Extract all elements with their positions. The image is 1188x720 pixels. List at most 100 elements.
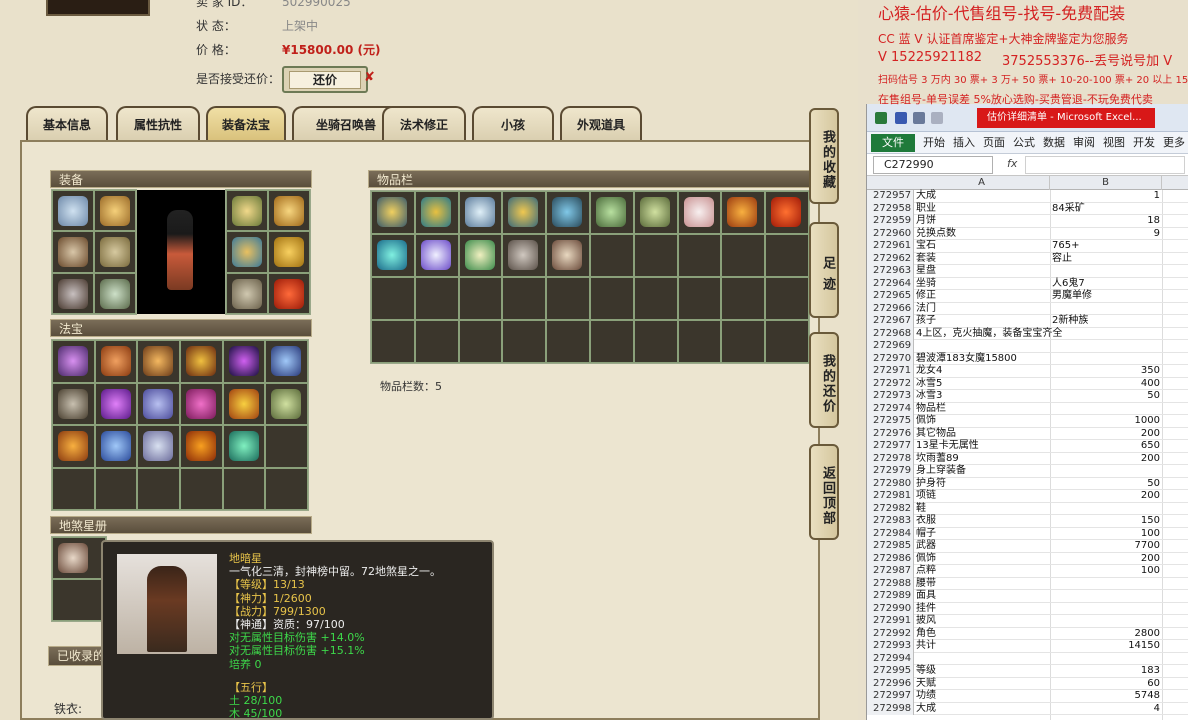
inventory-slot[interactable] [633, 320, 678, 363]
inventory-slot[interactable] [589, 191, 634, 234]
inventory-slot[interactable] [414, 277, 459, 320]
cell-a[interactable]: 挂件 [916, 603, 1050, 616]
inventory-slot[interactable] [721, 234, 766, 277]
equipment-slot[interactable] [226, 190, 268, 232]
row-number[interactable]: 272970 [867, 352, 914, 365]
cell-a[interactable]: 大成 [916, 190, 1050, 203]
equipment-slot[interactable] [268, 231, 310, 273]
treasure-slot[interactable] [180, 425, 223, 468]
inventory-slot[interactable] [633, 277, 678, 320]
treasure-slot[interactable] [222, 382, 266, 425]
row-number[interactable]: 272994 [867, 652, 914, 665]
treasure-slot[interactable] [52, 340, 95, 383]
ribbon-more[interactable]: 更多 [1163, 135, 1185, 151]
cell-b[interactable]: 84采矿 [1050, 203, 1162, 216]
row-number[interactable]: 272997 [867, 690, 914, 703]
treasure-slot[interactable] [180, 467, 223, 510]
row-number[interactable]: 272971 [867, 365, 914, 378]
cell-a[interactable]: 修正 [916, 290, 1050, 303]
redo-icon[interactable] [931, 112, 943, 124]
name-box[interactable]: C272990 [873, 156, 993, 174]
cell-a[interactable]: 13星卡无属性 [916, 440, 1050, 453]
ribbon-page[interactable]: 页面 [983, 135, 1005, 151]
tab-children[interactable]: 小孩 [472, 106, 554, 142]
row-number[interactable]: 272960 [867, 227, 914, 240]
inventory-slot[interactable] [721, 191, 766, 234]
row-number[interactable]: 272975 [867, 415, 914, 428]
cell-b[interactable]: 200 [1050, 453, 1162, 466]
treasure-slot[interactable] [94, 340, 138, 383]
treasure-slot[interactable] [265, 425, 308, 468]
inventory-slot[interactable] [502, 234, 547, 277]
treasure-slot[interactable] [222, 425, 266, 468]
inventory-slot[interactable] [633, 191, 678, 234]
cell-b[interactable]: 9 [1050, 228, 1162, 241]
cell-b[interactable]: 200 [1050, 428, 1162, 441]
cell-a[interactable]: 宝石 [916, 240, 1050, 253]
equipment-slot[interactable] [52, 272, 94, 314]
row-number[interactable]: 272968 [867, 327, 914, 340]
cell-a[interactable]: 等级 [916, 665, 1050, 678]
column-b-header[interactable]: B [1050, 176, 1162, 190]
treasure-slot[interactable] [137, 467, 180, 510]
treasure-slot[interactable] [265, 382, 308, 425]
cell-b[interactable]: 18 [1050, 215, 1162, 228]
inventory-slot[interactable] [765, 234, 809, 277]
cell-a[interactable]: 腰带 [916, 578, 1050, 591]
cell-b[interactable]: 人6鬼7 [1050, 278, 1162, 291]
formula-input[interactable] [1025, 156, 1185, 174]
cell-b[interactable]: 5748 [1050, 690, 1162, 703]
inventory-slot[interactable] [765, 320, 809, 363]
tab-appearance[interactable]: 外观道具 [560, 106, 642, 142]
ribbon-file[interactable]: 文件 [871, 134, 915, 152]
treasure-slot[interactable] [137, 340, 180, 383]
treasure-slot[interactable] [52, 467, 95, 510]
cell-b[interactable]: 2新种族 [1050, 315, 1162, 328]
row-number[interactable]: 272987 [867, 565, 914, 578]
inventory-slot[interactable] [765, 191, 809, 234]
tab-basic-info[interactable]: 基本信息 [26, 106, 108, 142]
treasure-slot[interactable] [265, 340, 308, 383]
row-number[interactable]: 272958 [867, 202, 914, 215]
row-number[interactable]: 272979 [867, 465, 914, 478]
equipment-slot[interactable] [94, 231, 136, 273]
treasure-slot[interactable] [94, 425, 138, 468]
cell-b[interactable]: 650 [1050, 440, 1162, 453]
row-number[interactable]: 272976 [867, 427, 914, 440]
cell-b[interactable]: 150 [1050, 515, 1162, 528]
cell-a[interactable]: 大成 [916, 703, 1050, 716]
my-counter-offers-button[interactable]: 我的还价 [809, 332, 839, 428]
ribbon-data[interactable]: 数据 [1043, 135, 1065, 151]
cell-a[interactable]: 鞋 [916, 503, 1050, 516]
row-number[interactable]: 272986 [867, 552, 914, 565]
inventory-slot[interactable] [458, 320, 503, 363]
treasure-slot[interactable] [265, 467, 308, 510]
row-number[interactable]: 272995 [867, 665, 914, 678]
cell-a[interactable]: 冰雪5 [916, 378, 1050, 391]
cell-a[interactable]: 衣服 [916, 515, 1050, 528]
cell-a[interactable]: 兑换点数 [916, 228, 1050, 241]
cell-b[interactable]: 50 [1050, 478, 1162, 491]
cell-a[interactable]: 角色 [916, 628, 1050, 641]
undo-icon[interactable] [913, 112, 925, 124]
equipment-slot[interactable] [268, 272, 310, 314]
cell-a[interactable]: 武器 [916, 540, 1050, 553]
inventory-slot[interactable] [371, 234, 415, 277]
cell-a[interactable]: 龙女4 [916, 365, 1050, 378]
cell-a[interactable]: 月饼 [916, 215, 1050, 228]
inventory-slot[interactable] [677, 277, 722, 320]
cell-b[interactable]: 100 [1050, 565, 1162, 578]
cell-a[interactable]: 共计 [916, 640, 1050, 653]
cell-a[interactable]: 套装 [916, 253, 1050, 266]
inventory-slot[interactable] [589, 234, 634, 277]
cell-b[interactable]: 765+ [1050, 240, 1162, 253]
inventory-slot[interactable] [502, 320, 547, 363]
treasure-slot[interactable] [137, 382, 180, 425]
cell-a[interactable]: 项链 [916, 490, 1050, 503]
ribbon-insert[interactable]: 插入 [953, 135, 975, 151]
inventory-slot[interactable] [765, 277, 809, 320]
cell-a[interactable]: 坎雨蓍89 [916, 453, 1050, 466]
treasure-slot[interactable] [94, 382, 138, 425]
tab-attributes[interactable]: 属性抗性 [116, 106, 200, 142]
inventory-slot[interactable] [546, 277, 590, 320]
